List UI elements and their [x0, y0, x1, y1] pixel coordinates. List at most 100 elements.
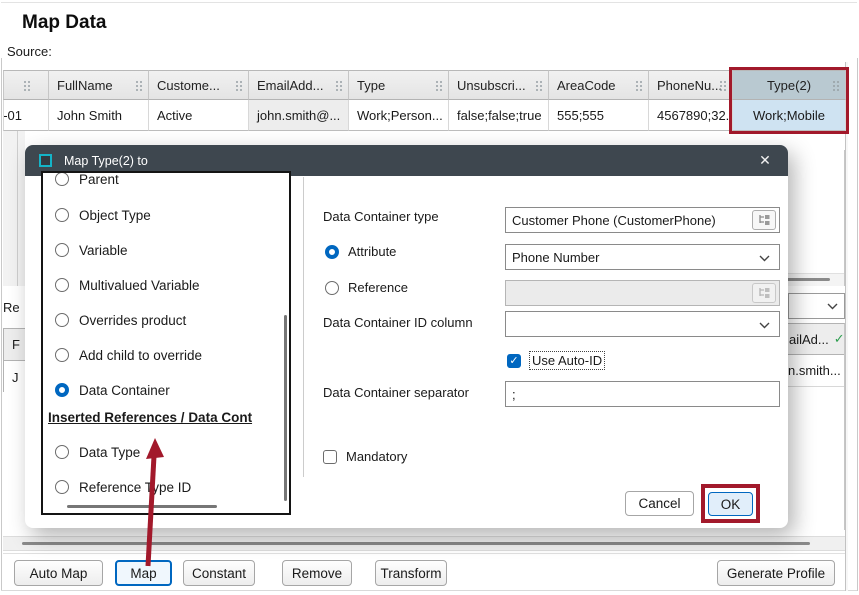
drag-handle-icon: [24, 81, 26, 83]
option-variable[interactable]: Variable: [43, 233, 287, 267]
column-header-type[interactable]: Type: [349, 70, 449, 100]
cell-phonenumber[interactable]: 4567890;32...: [649, 100, 733, 131]
column-header-label: Unsubscri...: [457, 78, 526, 93]
auto-map-button[interactable]: Auto Map: [14, 560, 103, 586]
column-header-areacode[interactable]: AreaCode: [549, 70, 649, 100]
use-auto-id-label: Use Auto-ID: [530, 352, 604, 369]
radio-icon: [55, 313, 69, 327]
close-icon[interactable]: ✕: [750, 145, 780, 176]
reference-radio[interactable]: Reference: [325, 280, 408, 295]
map-target-listbox[interactable]: Parent Object Type Variable Multivalued …: [41, 171, 291, 515]
field-value: Customer Phone (CustomerPhone): [512, 213, 716, 228]
option-label: Data Type: [79, 445, 140, 460]
column-header-label: Type: [357, 78, 385, 93]
column-header-customerstatus[interactable]: Custome...: [149, 70, 249, 100]
dc-id-column-dropdown[interactable]: [505, 311, 780, 337]
column-header-fullname[interactable]: FullName: [49, 70, 149, 100]
section-heading: Inserted References / Data Cont: [48, 410, 289, 425]
use-auto-id-checkbox[interactable]: ✓ Use Auto-ID: [507, 352, 604, 369]
window-border-top: [1, 2, 857, 3]
tree-picker-button[interactable]: [752, 210, 776, 230]
chevron-down-icon: [759, 255, 770, 262]
listbox-vscrollbar-thumb[interactable]: [284, 315, 287, 501]
field-value: Phone Number: [512, 250, 599, 265]
option-object-type[interactable]: Object Type: [43, 198, 287, 232]
pane-divider: [303, 177, 304, 477]
attribute-radio[interactable]: Attribute: [325, 244, 396, 259]
window-border-bottom: [1, 590, 857, 591]
radio-icon: [55, 348, 69, 362]
drag-handle-icon: [720, 81, 722, 83]
option-label: Reference Type ID: [79, 480, 191, 495]
transform-button[interactable]: Transform: [375, 560, 447, 586]
cell-text: Active: [157, 108, 192, 123]
option-add-child-to-override[interactable]: Add child to override: [43, 338, 287, 372]
cell-emailaddress[interactable]: john.smith@...: [249, 100, 349, 131]
chevron-down-icon: [759, 322, 770, 329]
dc-separator-field[interactable]: ;: [505, 381, 780, 407]
panel-hscrollbar-thumb[interactable]: [782, 278, 830, 281]
cancel-button[interactable]: Cancel: [625, 491, 694, 516]
annotation-box-ok-button: [701, 484, 760, 523]
mandatory-checkbox[interactable]: Mandatory: [323, 449, 407, 464]
cell-text: J: [12, 370, 19, 385]
drag-handle-icon: [636, 81, 638, 83]
option-label: Parent: [79, 172, 119, 187]
radio-icon: [55, 445, 69, 459]
window-border-right: [857, 58, 858, 591]
option-overrides-product[interactable]: Overrides product: [43, 303, 287, 337]
mandatory-label: Mandatory: [346, 449, 407, 464]
drag-handle-icon: [236, 81, 238, 83]
generate-profile-button[interactable]: Generate Profile: [717, 560, 835, 586]
result-table-row[interactable]: J: [4, 361, 25, 393]
result-view-dropdown[interactable]: [788, 293, 845, 319]
column-header-emailaddress[interactable]: EmailAdd...: [249, 70, 349, 100]
cell-text: john.smith@...: [257, 108, 340, 123]
result-label: Re: [3, 300, 20, 315]
tree-icon: [758, 214, 771, 226]
reference-label: Reference: [348, 280, 408, 295]
map-button[interactable]: Map: [115, 560, 172, 586]
option-multivalued-variable[interactable]: Multivalued Variable: [43, 268, 287, 302]
option-data-type[interactable]: Data Type: [43, 435, 287, 469]
reference-field: [505, 280, 780, 306]
attribute-label: Attribute: [348, 244, 396, 259]
drag-handle-icon: [136, 81, 138, 83]
result-table-left-fragment: F J: [3, 328, 25, 392]
app-window: Map Data Source: FullName Custome... Ema…: [0, 0, 859, 595]
main-hscrollbar-thumb[interactable]: [22, 542, 810, 545]
radio-icon: [55, 243, 69, 257]
page-title: Map Data: [22, 12, 106, 34]
column-header-label: Custome...: [157, 78, 220, 93]
cell-rowid[interactable]: 0-01: [3, 100, 49, 131]
radio-selected-icon: [55, 383, 69, 397]
map-type2-dialog: Map Type(2) to ✕ Parent Object Type Vari…: [25, 145, 788, 528]
mapping-panel-right-fragment: [778, 150, 845, 286]
constant-button[interactable]: Constant: [183, 560, 255, 586]
cell-text: 0-01: [3, 108, 22, 123]
option-label: Add child to override: [79, 348, 202, 363]
option-reference-type-id[interactable]: Reference Type ID: [43, 470, 287, 504]
toolbar-separator: [3, 553, 845, 554]
result-column-header[interactable]: F: [4, 329, 25, 361]
column-header-unsubscribed[interactable]: Unsubscri...: [449, 70, 549, 100]
option-data-container[interactable]: Data Container: [43, 373, 287, 407]
remove-button[interactable]: Remove: [282, 560, 352, 586]
dc-type-label: Data Container type: [323, 209, 439, 224]
cell-customerstatus[interactable]: Active: [149, 100, 249, 131]
cell-type[interactable]: Work;Person...: [349, 100, 449, 131]
column-header-phonenumber[interactable]: PhoneNu...: [649, 70, 733, 100]
cell-areacode[interactable]: 555;555: [549, 100, 649, 131]
radio-selected-icon: [325, 245, 339, 259]
drag-handle-icon: [336, 81, 338, 83]
cell-unsubscribed[interactable]: false;false;true: [449, 100, 549, 131]
radio-icon: [55, 208, 69, 222]
listbox-hscrollbar-thumb[interactable]: [67, 505, 217, 508]
attribute-dropdown[interactable]: Phone Number: [505, 244, 780, 270]
column-header-rowhandle[interactable]: [3, 70, 49, 100]
option-label: Data Container: [79, 383, 170, 398]
dc-type-field[interactable]: Customer Phone (CustomerPhone): [505, 207, 780, 233]
field-value: ;: [512, 387, 516, 402]
cell-fullname[interactable]: John Smith: [49, 100, 149, 131]
option-parent[interactable]: Parent: [43, 171, 287, 196]
